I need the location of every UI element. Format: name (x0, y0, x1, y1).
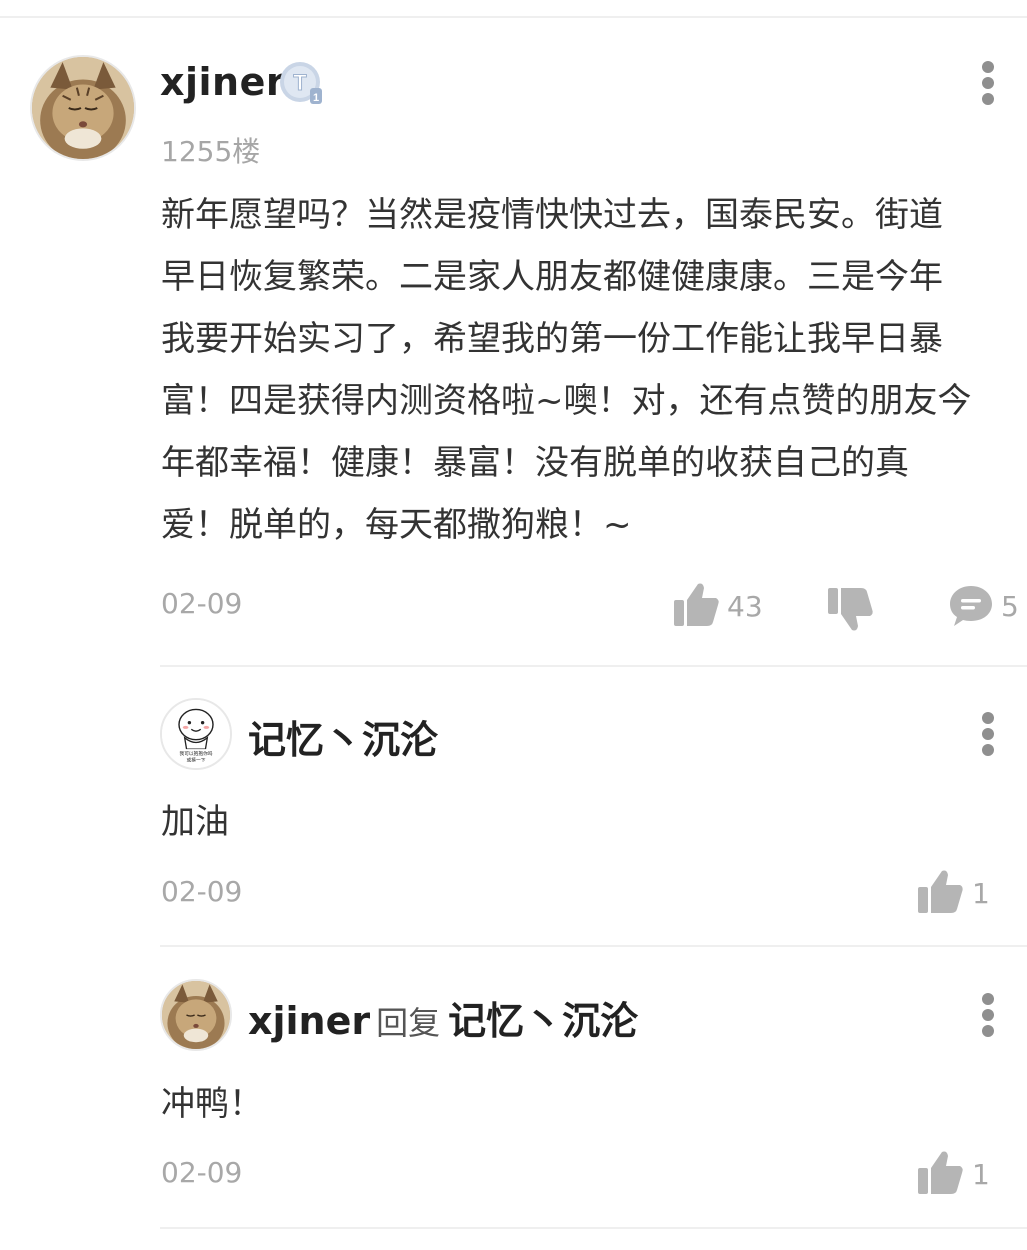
thumbs-up-icon[interactable] (672, 580, 720, 628)
reply-username[interactable]: 记忆丶沉沦 (248, 709, 438, 764)
more-options-icon[interactable] (978, 712, 998, 756)
comment-icon[interactable] (948, 584, 994, 628)
post-content-line: 年都幸福！健康！暴富！没有脱单的收获自己的真 (161, 443, 909, 483)
thumbs-up-icon[interactable] (916, 867, 964, 915)
floor-number: 1255楼 (161, 135, 261, 168)
post-username[interactable]: xjiner (160, 60, 285, 104)
reply-to-username[interactable]: 记忆丶沉沦 (448, 999, 638, 1043)
divider (160, 945, 1027, 947)
more-options-icon[interactable] (978, 61, 998, 105)
level-badge-icon: T 1 (278, 60, 326, 108)
post-content-line: 早日恢复繁荣。二是家人朋友都健健康康。三是今年 (161, 257, 943, 297)
reply-content: 加油 (161, 802, 229, 842)
reply-header: xjiner 回复 记忆丶沉沦 (248, 990, 638, 1045)
post-content-line: 爱！脱单的，每天都撒狗粮！~ (161, 505, 632, 545)
post-content-line: 我要开始实习了，希望我的第一份工作能让我早日暴 (161, 319, 943, 359)
post-content-line: 新年愿望吗？当然是疫情快快过去，国泰民安。街道 (161, 195, 943, 235)
svg-text:T: T (293, 70, 307, 95)
post-date: 02-09 (161, 587, 243, 620)
reply-date: 02-09 (161, 875, 243, 908)
divider (160, 665, 1027, 667)
reply-word: 回复 (376, 1004, 441, 1042)
divider (160, 1227, 1027, 1229)
cartoon-avatar-image: 我可以抱抱你吗 或揍一下 (162, 700, 230, 768)
comment-thread: xjiner T 1 1255楼 新年愿望吗？当然是疫情快快过去，国泰民安。街道… (0, 0, 1027, 1250)
post-content-line: 富！四是获得内测资格啦~噢！对，还有点赞的朋友今 (161, 381, 972, 421)
thumbs-up-icon[interactable] (916, 1148, 964, 1196)
avatar[interactable] (30, 55, 136, 161)
like-count: 1 (972, 877, 990, 910)
like-count: 1 (972, 1158, 990, 1191)
svg-text:1: 1 (313, 92, 319, 104)
comment-count: 5 (1001, 590, 1019, 623)
avatar[interactable] (160, 979, 232, 1051)
reply-username[interactable]: xjiner (248, 999, 370, 1043)
reply-content: 冲鸭！ (161, 1084, 263, 1124)
cat-avatar-image (162, 981, 230, 1049)
reply-date: 02-09 (161, 1156, 243, 1189)
post-content: 新年愿望吗？当然是疫情快快过去，国泰民安。街道 早日恢复繁荣。二是家人朋友都健健… (161, 184, 1017, 556)
top-divider (0, 16, 1027, 18)
cat-avatar-image (32, 57, 134, 159)
like-count: 43 (727, 590, 763, 623)
thumbs-down-icon[interactable] (826, 586, 874, 634)
more-options-icon[interactable] (978, 993, 998, 1037)
avatar[interactable]: 我可以抱抱你吗 或揍一下 (160, 698, 232, 770)
